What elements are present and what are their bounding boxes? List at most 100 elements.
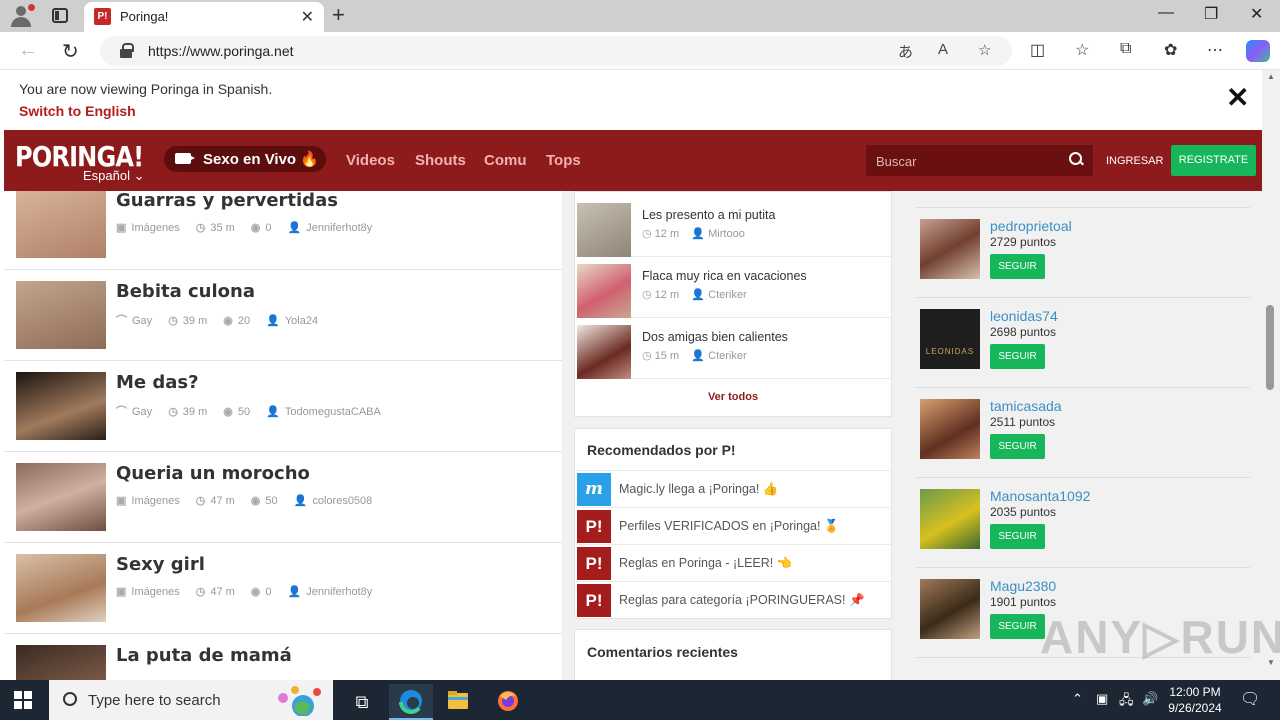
list-item[interactable]: La puta de mamá <box>4 634 562 680</box>
switch-language-link[interactable]: Switch to English <box>19 103 136 119</box>
list-item[interactable]: Guarras y pervertidas ▣ Imágenes ◷ 35 m ◉ 0 👤 J… <box>4 191 562 270</box>
follow-button[interactable]: SEGUIR <box>990 614 1045 639</box>
more-menu-icon[interactable]: ⋯ <box>1207 40 1223 60</box>
post-title[interactable]: Me das? <box>116 372 199 393</box>
taskbar-search-input[interactable]: Type here to search <box>49 680 333 720</box>
username-link[interactable]: pedroprietoal <box>990 218 1072 234</box>
list-item[interactable]: P! Perfiles VERIFICADOS en ¡Poringa! 🏅 <box>575 507 891 544</box>
post-thumbnail[interactable] <box>16 281 106 349</box>
browser-tab[interactable]: P! Poringa! ✕ <box>84 2 324 32</box>
tray-chevron-icon[interactable]: ⌃ <box>1072 691 1083 707</box>
post-thumbnail[interactable] <box>16 463 106 531</box>
recommended-link[interactable]: Perfiles VERIFICADOS en ¡Poringa! 🏅 <box>619 519 840 534</box>
nav-comu[interactable]: Comu <box>484 152 527 169</box>
firefox-icon[interactable] <box>486 684 530 720</box>
list-item[interactable]: Flaca muy rica en vacaciones ◷ 12 m 👤 Ct… <box>575 257 891 318</box>
minimize-button[interactable]: — <box>1158 4 1174 22</box>
live-button[interactable]: Sexo en Vivo 🔥 <box>164 146 326 172</box>
extensions-icon[interactable]: ✿ <box>1164 40 1177 60</box>
recommended-link[interactable]: Reglas en Poringa - ¡LEER! 👈 <box>619 556 792 571</box>
notifications-icon[interactable]: 🗨 <box>1240 689 1260 709</box>
recommended-link[interactable]: Magic.ly llega a ¡Poringa! 👍 <box>619 482 778 497</box>
list-item[interactable]: Bebita culona ⌒ Gay ◷ 39 m ◉ 20 👤 Yola24 <box>4 270 562 361</box>
post-title[interactable]: Les presento a mi putita <box>642 208 775 222</box>
language-selector[interactable]: Español ⌄ <box>83 168 145 184</box>
post-thumbnail[interactable] <box>16 554 106 622</box>
username-link[interactable]: leonidas74 <box>990 308 1058 324</box>
username-link[interactable]: Manosanta1092 <box>990 488 1090 504</box>
avatar[interactable] <box>920 489 980 549</box>
list-item[interactable]: Sexy girl ▣ Imágenes ◷ 47 m ◉ 0 👤 Jenniferhot8y <box>4 543 562 634</box>
recommended-link[interactable]: Reglas para categoría ¡PORINGUERAS! 📌 <box>619 593 865 608</box>
tray-device-icon[interactable]: ▣ <box>1096 691 1108 707</box>
username-link[interactable]: tamicasada <box>990 398 1062 414</box>
profile-icon[interactable] <box>8 4 35 28</box>
nav-videos[interactable]: Videos <box>346 152 395 169</box>
list-item[interactable]: P! Reglas para categoría ¡PORINGUERAS! 📌 <box>575 581 891 618</box>
list-item[interactable]: P! Reglas en Poringa - ¡LEER! 👈 <box>575 544 891 581</box>
post-thumbnail[interactable] <box>16 372 106 440</box>
favorite-star-icon[interactable]: ☆ <box>978 41 991 59</box>
login-link[interactable]: INGRESAR <box>1106 155 1163 167</box>
url-field[interactable]: https://www.poringa.net あ A ☆ <box>100 36 1012 66</box>
post-thumbnail[interactable] <box>577 264 631 318</box>
banner-close-icon[interactable]: ✕ <box>1226 84 1249 112</box>
avatar[interactable] <box>920 399 980 459</box>
volume-icon[interactable]: 🔊 <box>1142 691 1158 707</box>
task-view-icon[interactable]: ⧉ <box>340 684 384 720</box>
reload-button[interactable]: ↻ <box>62 39 79 64</box>
post-thumbnail[interactable] <box>577 203 631 257</box>
post-thumbnail[interactable] <box>16 191 106 258</box>
network-icon[interactable]: 🖧 <box>1119 691 1134 713</box>
list-item[interactable]: m Magic.ly llega a ¡Poringa! 👍 <box>575 470 891 507</box>
image-icon: ▣ <box>116 586 127 598</box>
page-scrollbar[interactable]: ▲ ▼ <box>1262 70 1280 680</box>
start-button[interactable] <box>14 691 32 709</box>
nav-tops[interactable]: Tops <box>546 152 581 169</box>
read-aloud-icon[interactable]: A <box>938 41 948 58</box>
username-link[interactable]: Magu2380 <box>990 578 1056 594</box>
list-item[interactable]: Queria un morocho ▣ Imágenes ◷ 47 m ◉ 50 👤 colo… <box>4 452 562 543</box>
post-title[interactable]: Bebita culona <box>116 281 255 302</box>
post-title[interactable]: La puta de mamá <box>116 645 292 666</box>
post-thumbnail[interactable] <box>16 645 106 680</box>
post-title[interactable]: Dos amigas bien calientes <box>642 330 788 344</box>
restore-button[interactable]: ❐ <box>1204 4 1218 24</box>
window-close-button[interactable]: ✕ <box>1250 4 1263 24</box>
translate-icon[interactable]: あ <box>898 41 913 62</box>
post-title[interactable]: Flaca muy rica en vacaciones <box>642 269 807 283</box>
follow-button[interactable]: SEGUIR <box>990 434 1045 459</box>
nav-shouts[interactable]: Shouts <box>415 152 466 169</box>
post-title[interactable]: Queria un morocho <box>116 463 310 484</box>
list-item[interactable]: Me das? ⌒ Gay ◷ 39 m ◉ 50 👤 TodomegustaCABA <box>4 361 562 452</box>
follow-button[interactable]: SEGUIR <box>990 524 1045 549</box>
post-thumbnail[interactable] <box>577 325 631 379</box>
edge-taskbar-icon[interactable] <box>389 684 433 720</box>
post-title[interactable]: Sexy girl <box>116 554 205 575</box>
copilot-icon[interactable] <box>1246 40 1270 62</box>
lock-icon[interactable] <box>120 43 134 58</box>
scrollbar-thumb[interactable] <box>1266 305 1274 390</box>
avatar[interactable] <box>920 579 980 639</box>
scroll-up-icon[interactable]: ▲ <box>1267 72 1275 81</box>
favorites-icon[interactable]: ☆ <box>1075 40 1089 60</box>
see-all-link[interactable]: Ver todos <box>575 391 891 403</box>
collections-icon[interactable]: ⧉ <box>1120 40 1131 58</box>
post-title[interactable]: Guarras y pervertidas <box>116 191 338 211</box>
taskbar-clock[interactable]: 12:00 PM 9/26/2024 <box>1160 684 1230 716</box>
tab-close-icon[interactable]: ✕ <box>301 7 314 27</box>
register-button[interactable]: REGISTRATE <box>1171 145 1256 176</box>
file-explorer-icon[interactable] <box>436 684 480 720</box>
follow-button[interactable]: SEGUIR <box>990 344 1045 369</box>
list-item[interactable]: Les presento a mi putita ◷ 12 m 👤 Mirtoo… <box>575 196 891 257</box>
list-item[interactable]: Dos amigas bien calientes ◷ 15 m 👤 Cteri… <box>575 318 891 379</box>
back-button[interactable]: ← <box>18 39 38 62</box>
new-tab-button[interactable]: + <box>332 2 345 28</box>
search-icon[interactable] <box>1069 152 1083 166</box>
split-screen-icon[interactable]: ◫ <box>1030 40 1045 60</box>
avatar[interactable]: LEONIDAS <box>920 309 980 369</box>
search-input[interactable]: Buscar <box>866 145 1093 176</box>
tab-actions-icon[interactable] <box>52 8 68 23</box>
avatar[interactable] <box>920 219 980 279</box>
follow-button[interactable]: SEGUIR <box>990 254 1045 279</box>
